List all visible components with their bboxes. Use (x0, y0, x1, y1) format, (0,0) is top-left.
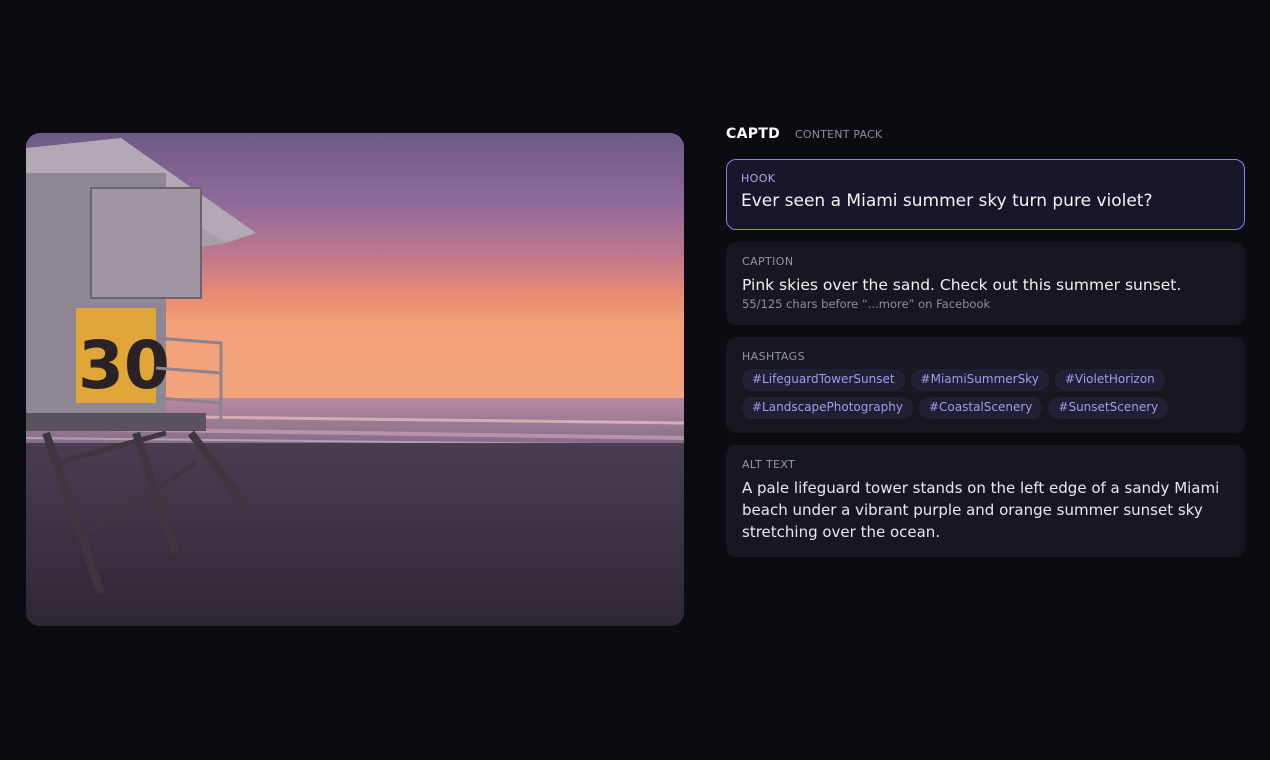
hashtags-card[interactable]: HASHTAGS #LifeguardTowerSunset #MiamiSum… (726, 337, 1245, 433)
hashtag-chip[interactable]: #SunsetScenery (1048, 397, 1169, 419)
hashtag-list: #LifeguardTowerSunset #MiamiSummerSky #V… (742, 369, 1229, 419)
hook-card[interactable]: HOOK Ever seen a Miami summer sky turn p… (726, 159, 1245, 230)
hashtag-chip[interactable]: #LifeguardTowerSunset (742, 369, 905, 391)
hashtag-chip[interactable]: #VioletHorizon (1054, 369, 1165, 391)
panel-subtitle: CONTENT PACK (795, 128, 883, 141)
alt-text-card[interactable]: ALT TEXT A pale lifeguard tower stands o… (726, 445, 1245, 557)
hashtags-label: HASHTAGS (742, 350, 805, 363)
caption-text: Pink skies over the sand. Check out this… (742, 276, 1182, 294)
hashtag-chip[interactable]: #CoastalScenery (918, 397, 1043, 419)
content-pack-panel: CAPTD CONTENT PACK HOOK Ever seen a Miam… (726, 126, 1245, 569)
hook-label: HOOK (741, 172, 776, 185)
caption-label: CAPTION (742, 255, 794, 268)
hook-text: Ever seen a Miami summer sky turn pure v… (741, 191, 1153, 211)
brand-name: CAPTD (726, 126, 781, 142)
panel-header: CAPTD CONTENT PACK (726, 126, 1245, 146)
sunset-photo: 30 (26, 133, 684, 626)
caption-char-count: 55/125 chars before “...more” on Faceboo… (742, 297, 991, 311)
hashtag-chip[interactable]: #MiamiSummerSky (910, 369, 1049, 391)
alt-text-label: ALT TEXT (742, 458, 796, 471)
caption-card[interactable]: CAPTION Pink skies over the sand. Check … (726, 242, 1245, 325)
beach-sunset-image: 30 (26, 133, 684, 626)
hashtag-chip[interactable]: #LandscapePhotography (742, 397, 913, 419)
alt-text-body: A pale lifeguard tower stands on the lef… (742, 479, 1220, 541)
